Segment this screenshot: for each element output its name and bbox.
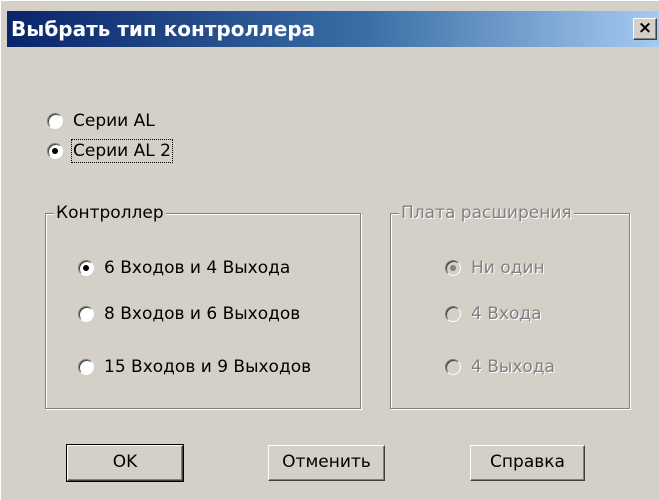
close-button[interactable]: × [633, 18, 657, 40]
radio-expansion-none-label: Ни один [471, 258, 545, 278]
radio-controller-15in-9out-indicator[interactable] [78, 359, 94, 375]
radio-series-al-label: Серии AL [73, 111, 155, 131]
radio-series-al[interactable]: Серии AL [47, 111, 155, 131]
radio-expansion-4in-indicator[interactable] [445, 306, 461, 322]
controller-groupbox: Контроллер 6 Входов и 4 Выхода 8 Входов … [45, 202, 361, 409]
radio-controller-6in-4out-label: 6 Входов и 4 Выхода [104, 258, 291, 278]
radio-expansion-4in[interactable]: 4 Входа [445, 304, 542, 324]
radio-series-al-indicator[interactable] [47, 113, 63, 129]
help-button[interactable]: Справка [470, 445, 585, 481]
radio-expansion-none[interactable]: Ни один [445, 258, 545, 278]
radio-series-al2[interactable]: Серии AL 2 [47, 139, 173, 163]
radio-series-al2-indicator[interactable] [47, 143, 63, 159]
radio-expansion-4out-indicator[interactable] [445, 359, 461, 375]
radio-controller-6in-4out-indicator[interactable] [78, 260, 94, 276]
radio-controller-15in-9out[interactable]: 15 Входов и 9 Выходов [78, 357, 311, 377]
radio-controller-8in-6out-label: 8 Входов и 6 Выходов [104, 304, 301, 324]
radio-series-al2-label: Серии AL 2 [71, 139, 173, 163]
radio-controller-6in-4out[interactable]: 6 Входов и 4 Выхода [78, 258, 290, 278]
radio-controller-15in-9out-label: 15 Входов и 9 Выходов [104, 357, 312, 377]
radio-controller-8in-6out-indicator[interactable] [78, 306, 94, 322]
radio-expansion-none-indicator[interactable] [445, 260, 461, 276]
radio-expansion-4in-label: 4 Входа [471, 304, 542, 324]
controller-group-label: Контроллер [54, 202, 166, 224]
title-bar[interactable]: Выбрать тип контроллера × [7, 11, 659, 47]
expansion-group-label: Плата расширения [399, 202, 574, 224]
expansion-board-groupbox: Плата расширения Ни один 4 Входа 4 Выход… [390, 202, 630, 409]
cancel-button[interactable]: Отменить [268, 445, 385, 481]
radio-controller-8in-6out[interactable]: 8 Входов и 6 Выходов [78, 304, 300, 324]
dialog-title: Выбрать тип контроллера [11, 17, 316, 41]
close-icon: × [637, 18, 653, 38]
ok-button[interactable]: OK [66, 444, 184, 482]
controller-type-dialog: Выбрать тип контроллера × Серии AL Серии… [0, 0, 659, 500]
radio-expansion-4out-label: 4 Выхода [471, 357, 555, 377]
radio-expansion-4out[interactable]: 4 Выхода [445, 357, 555, 377]
